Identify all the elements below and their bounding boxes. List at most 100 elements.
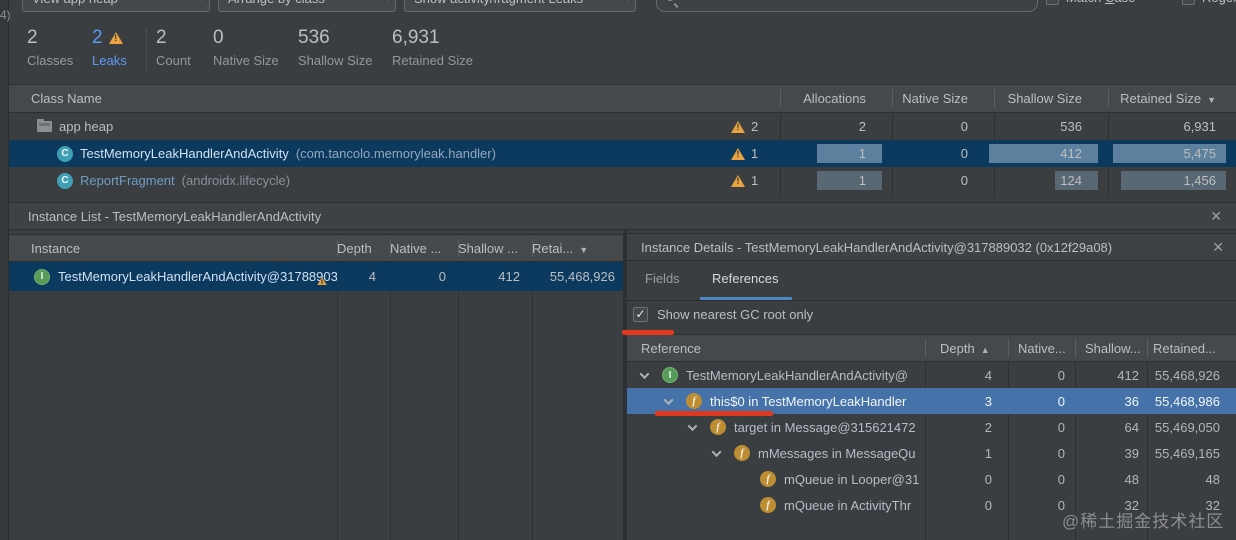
annotation-underline-gc-checkbox <box>622 330 674 335</box>
regex-checkbox[interactable] <box>1182 0 1195 5</box>
column-depth[interactable]: Depth ▲ <box>925 341 1008 356</box>
field-icon: f <box>760 497 776 513</box>
stat-leaks[interactable]: 2 Leaks <box>92 26 127 68</box>
leak-warning-icon <box>731 120 745 133</box>
leak-indicator: 1 <box>731 146 770 161</box>
class-table-row[interactable]: C ReportFragment (androidx.lifecycle) 1 1 0 12… <box>9 167 1236 194</box>
column-reference[interactable]: Reference <box>627 341 925 356</box>
column-shallow-size[interactable]: Shallow Size <box>984 91 1098 106</box>
reference-row[interactable]: f mMessages in MessageQu 1 0 39 55,469,165 <box>627 440 1236 466</box>
stat-retained-size-label: Retained Size <box>392 53 473 68</box>
stat-shallow-size-value: 536 <box>298 27 330 48</box>
arrange-select-dropdown[interactable]: Arrange by class ▾ <box>218 0 396 12</box>
column-allocations[interactable]: Allocations <box>770 91 882 106</box>
stat-count-value: 2 <box>156 27 167 48</box>
value-cell: 536 <box>984 113 1098 140</box>
value-text: 0 <box>960 146 968 161</box>
leak-count: 1 <box>751 146 759 161</box>
instance-name-cell: I TestMemoryLeakHandlerAndActivity@317889… <box>9 268 337 285</box>
column-shallow[interactable]: Shallow... <box>1075 341 1147 356</box>
depth-value: 0 <box>984 471 992 487</box>
reference-cell: f mQueue in ActivityThr <box>627 497 925 513</box>
heap-select-dropdown[interactable]: View app heap ▾ <box>22 0 210 12</box>
class-table-row[interactable]: C TestMemoryLeakHandlerAndActivity (com.ta… <box>9 140 1236 167</box>
column-native[interactable]: Native ... <box>390 241 458 256</box>
retained-size-value: 55,469,050 <box>1154 419 1220 435</box>
retained-size-value: 48 <box>1205 471 1220 487</box>
regex-label: Regex <box>1202 0 1236 12</box>
value-text: 0 <box>960 119 968 134</box>
value-text: 412 <box>498 269 520 284</box>
instance-list-title: Instance List - TestMemoryLeakHandlerAnd… <box>28 208 322 224</box>
checkbox-checked-icon[interactable]: ✓ <box>633 307 648 322</box>
value-cell: 1,456 <box>1098 167 1226 194</box>
value-cell: 4 <box>337 263 390 290</box>
value-cell: 55,468,926 <box>532 263 623 290</box>
stat-classes: 2 Classes <box>27 26 73 68</box>
column-depth[interactable]: Depth <box>337 241 390 256</box>
class-table-row[interactable]: app heap 2 2 0 536 6,931 <box>9 113 1236 140</box>
leak-filter-value: Show activity/fragment Leaks <box>414 0 583 6</box>
reference-row[interactable]: f mQueue in Looper@31 0 0 48 48 <box>627 466 1236 492</box>
class-name-label: ReportFragment <box>80 173 175 188</box>
value-cell: 0 <box>882 113 984 140</box>
chevron-down-icon[interactable] <box>687 420 698 431</box>
value-text: 536 <box>1060 119 1082 134</box>
reference-label: this$0 in TestMemoryLeakHandler <box>710 393 907 409</box>
instance-list-titlebar: Instance List - TestMemoryLeakHandlerAnd… <box>9 202 1236 230</box>
active-tab-underline <box>700 297 792 300</box>
column-shallow[interactable]: Shallow ... <box>458 241 532 256</box>
value-cell: 6,931 <box>1098 113 1226 140</box>
column-retained[interactable]: Retained... <box>1147 341 1236 356</box>
left-gutter <box>0 0 9 540</box>
class-package-label: (androidx.lifecycle) <box>181 173 291 188</box>
depth-value: 2 <box>984 419 992 435</box>
retained-size-value: 55,468,926 <box>1154 367 1220 383</box>
chevron-down-icon[interactable] <box>711 446 722 457</box>
stat-native-size-value: 0 <box>213 27 224 48</box>
chevron-down-icon: ▾ <box>198 0 204 11</box>
reference-row[interactable]: I TestMemoryLeakHandlerAndActivity@ 4 0 412 5… <box>627 362 1236 388</box>
tab-references[interactable]: References <box>708 261 782 298</box>
value-cell: 0 <box>390 263 458 290</box>
leak-indicator: 1 <box>731 173 770 188</box>
value-cell: 124 <box>984 167 1098 194</box>
reference-label: mQueue in Looper@31 <box>784 471 920 487</box>
reference-label: mQueue in ActivityThr <box>784 497 912 513</box>
column-retained[interactable]: Retai... ▼ <box>532 241 623 256</box>
chevron-down-icon[interactable] <box>663 394 674 405</box>
leak-count: 2 <box>751 119 759 134</box>
reference-row[interactable]: f target in Message@315621472 2 0 64 55,469,0… <box>627 414 1236 440</box>
reference-label: TestMemoryLeakHandlerAndActivity@ <box>686 367 909 383</box>
chevron-down-icon[interactable] <box>639 368 650 379</box>
match-case-label: Match Case <box>1066 0 1135 12</box>
class-icon: C <box>57 145 73 162</box>
tab-fields[interactable]: Fields <box>641 261 684 298</box>
value-text: 5,475 <box>1183 146 1216 161</box>
close-icon[interactable]: ✕ <box>1210 209 1236 223</box>
native-size-value: 0 <box>1057 367 1065 383</box>
column-native[interactable]: Native... <box>1008 341 1075 356</box>
close-icon[interactable]: ✕ <box>1212 240 1236 254</box>
reference-cell: f mQueue in Looper@31 <box>627 471 925 487</box>
search-input[interactable] <box>656 0 1038 12</box>
class-table-header: Class Name Allocations Native Size Shall… <box>9 84 1236 113</box>
column-native-size[interactable]: Native Size <box>882 91 984 106</box>
stat-native-size-label: Native Size <box>213 53 279 68</box>
gc-root-checkbox-row[interactable]: ✓ Show nearest GC root only <box>633 307 813 322</box>
depth-value: 1 <box>984 445 992 461</box>
reference-label: mMessages in MessageQu <box>758 445 916 461</box>
field-icon: f <box>734 445 750 461</box>
leak-filter-dropdown[interactable]: Show activity/fragment Leaks ▾ <box>404 0 636 12</box>
class-name-cell: C TestMemoryLeakHandlerAndActivity (com.ta… <box>9 145 770 162</box>
search-icon <box>666 0 674 1</box>
match-case-checkbox[interactable] <box>1046 0 1059 5</box>
instance-row[interactable]: I TestMemoryLeakHandlerAndActivity@317889… <box>9 262 623 291</box>
column-retained-size[interactable]: Retained Size ▼ <box>1098 91 1226 106</box>
leak-count: 1 <box>751 173 759 188</box>
column-instance[interactable]: Instance <box>9 241 337 256</box>
value-text: 0 <box>960 173 968 188</box>
column-class-name[interactable]: Class Name <box>9 91 770 106</box>
value-cell: 1 <box>770 167 882 194</box>
reference-cell: I TestMemoryLeakHandlerAndActivity@ <box>627 367 925 383</box>
